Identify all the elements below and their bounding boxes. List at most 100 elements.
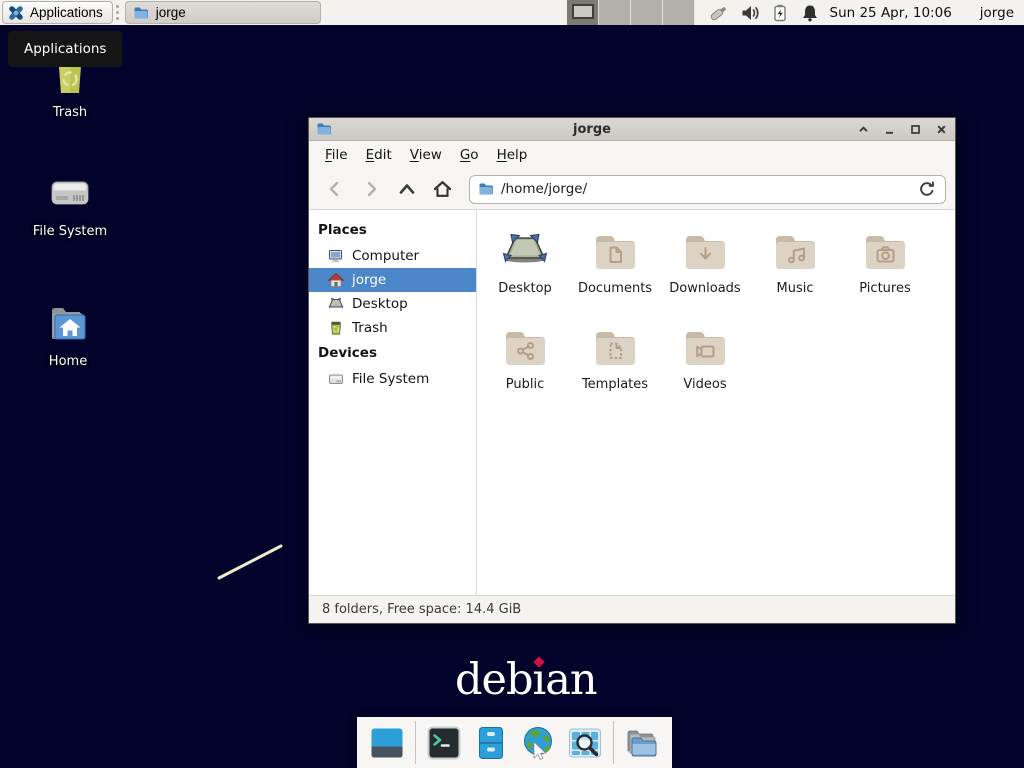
statusbar-text: 8 folders, Free space: 14.4 GiB xyxy=(322,602,521,617)
folder-label: Public xyxy=(506,377,544,392)
maximize-button[interactable] xyxy=(909,123,922,136)
folder-label: Pictures xyxy=(859,281,910,296)
shade-button[interactable] xyxy=(857,123,870,136)
panel-handle[interactable] xyxy=(113,0,123,25)
folder-documents[interactable]: Documents xyxy=(570,227,660,323)
home-big-icon xyxy=(44,299,92,347)
debian-logo-text: deb xyxy=(455,655,533,705)
folder-camera-icon xyxy=(861,227,909,275)
folder-label: Videos xyxy=(683,377,726,392)
drive-big-icon xyxy=(46,169,94,217)
folder-label: Templates xyxy=(582,377,648,392)
back-button[interactable] xyxy=(318,174,351,204)
taskbar-window-button[interactable]: jorge xyxy=(125,1,321,24)
toolbar: /home/jorge/ xyxy=(309,169,955,210)
sidebar-item-label: Desktop xyxy=(352,296,408,312)
trash-place-icon xyxy=(328,320,344,336)
dock-directory-menu-button[interactable] xyxy=(623,724,661,762)
folder-desktop[interactable]: Desktop xyxy=(480,227,570,323)
folder-pictures[interactable]: Pictures xyxy=(840,227,930,323)
workspace-2[interactable] xyxy=(599,0,631,25)
debian-logo: debıan xyxy=(455,655,597,705)
folder-public[interactable]: Public xyxy=(480,323,570,419)
sidebar-item-desktop[interactable]: Desktop xyxy=(309,292,476,316)
folder-video-icon xyxy=(681,323,729,371)
desktop-icon-file-system[interactable]: File System xyxy=(20,169,120,239)
folder-label: Music xyxy=(777,281,814,296)
desktop-icon xyxy=(501,227,549,275)
sidebar-item-trash[interactable]: Trash xyxy=(309,316,476,340)
devices-header: Devices xyxy=(309,340,476,367)
folder-templates[interactable]: Templates xyxy=(570,323,660,419)
computer-icon xyxy=(328,248,344,264)
file-cabinet-icon xyxy=(473,725,509,761)
sidebar-item-label: Computer xyxy=(352,248,419,264)
terminal-icon xyxy=(426,725,462,761)
top-panel: Applications jorge Sun 25 Apr, 10:06 jor… xyxy=(0,0,1024,25)
folder-share-icon xyxy=(501,323,549,371)
path-folder-icon xyxy=(478,181,494,197)
forward-button[interactable] xyxy=(354,174,387,204)
dock-separator xyxy=(415,721,416,764)
folder-downloads[interactable]: Downloads xyxy=(660,227,750,323)
close-button[interactable] xyxy=(935,123,948,136)
taskbar-window-label: jorge xyxy=(156,5,186,20)
workspace-window-preview xyxy=(572,4,594,19)
desktop-icon-label: Trash xyxy=(53,105,87,120)
home-place-icon xyxy=(328,272,344,288)
folder-videos[interactable]: Videos xyxy=(660,323,750,419)
statusbar: 8 folders, Free space: 14.4 GiB xyxy=(309,595,955,623)
dock-terminal-button[interactable] xyxy=(425,724,463,762)
file-grid: Desktop Documents Downloads Music Pictures Pu… xyxy=(477,210,955,595)
sidebar-item-computer[interactable]: Computer xyxy=(309,244,476,268)
home-button[interactable] xyxy=(426,174,459,204)
up-button[interactable] xyxy=(390,174,423,204)
menubar: FileEditViewGoHelp xyxy=(309,141,955,169)
xfce-menu-icon xyxy=(7,4,25,22)
web-browser-icon xyxy=(520,725,556,761)
debian-logo-dot xyxy=(533,656,544,667)
sidebar-item-file-system[interactable]: File System xyxy=(309,367,476,391)
applications-menu-label: Applications xyxy=(30,5,103,20)
applications-tooltip: Applications xyxy=(8,31,122,67)
battery-icon[interactable] xyxy=(770,3,790,23)
sidebar-item-label: Trash xyxy=(352,320,388,336)
desktop-line-artifact xyxy=(210,538,290,584)
window-titlebar[interactable]: jorge xyxy=(309,118,955,141)
location-bar[interactable]: /home/jorge/ xyxy=(469,175,946,204)
workspace-4[interactable] xyxy=(663,0,695,25)
workspace-1[interactable] xyxy=(567,0,599,25)
sidebar-item-jorge[interactable]: jorge xyxy=(309,268,476,292)
show-desktop-icon xyxy=(369,725,405,761)
folder-icon xyxy=(133,5,149,21)
applications-menu-button[interactable]: Applications xyxy=(2,1,113,24)
folder-label: Downloads xyxy=(669,281,740,296)
dock-separator xyxy=(613,721,614,764)
menu-file[interactable]: File xyxy=(316,143,357,167)
menu-view[interactable]: View xyxy=(401,143,451,167)
system-tray xyxy=(708,3,820,23)
folder-music[interactable]: Music xyxy=(750,227,840,323)
drive-place-icon xyxy=(328,371,344,387)
reload-button[interactable] xyxy=(915,177,939,201)
path-text[interactable]: /home/jorge/ xyxy=(501,181,908,197)
volume-icon[interactable] xyxy=(740,3,760,23)
folder-document-icon xyxy=(591,227,639,275)
dock-app-finder-button[interactable] xyxy=(566,724,604,762)
minimize-button[interactable] xyxy=(883,123,896,136)
sidebar-item-label: File System xyxy=(352,371,429,387)
dock-file-cabinet-button[interactable] xyxy=(472,724,510,762)
panel-clock[interactable]: Sun 25 Apr, 10:06 xyxy=(830,5,952,21)
dock-show-desktop-button[interactable] xyxy=(368,724,406,762)
menu-edit[interactable]: Edit xyxy=(357,143,401,167)
dock-web-browser-button[interactable] xyxy=(519,724,557,762)
places-header: Places xyxy=(309,217,476,244)
notifications-bell-icon[interactable] xyxy=(800,3,820,23)
desktop-icon-home[interactable]: Home xyxy=(18,299,118,369)
menu-help[interactable]: Help xyxy=(488,143,537,167)
workspace-3[interactable] xyxy=(631,0,663,25)
menu-go[interactable]: Go xyxy=(451,143,488,167)
folder-download-icon xyxy=(681,227,729,275)
stylus-tool-icon[interactable] xyxy=(708,3,730,23)
folder-label: Documents xyxy=(578,281,652,296)
